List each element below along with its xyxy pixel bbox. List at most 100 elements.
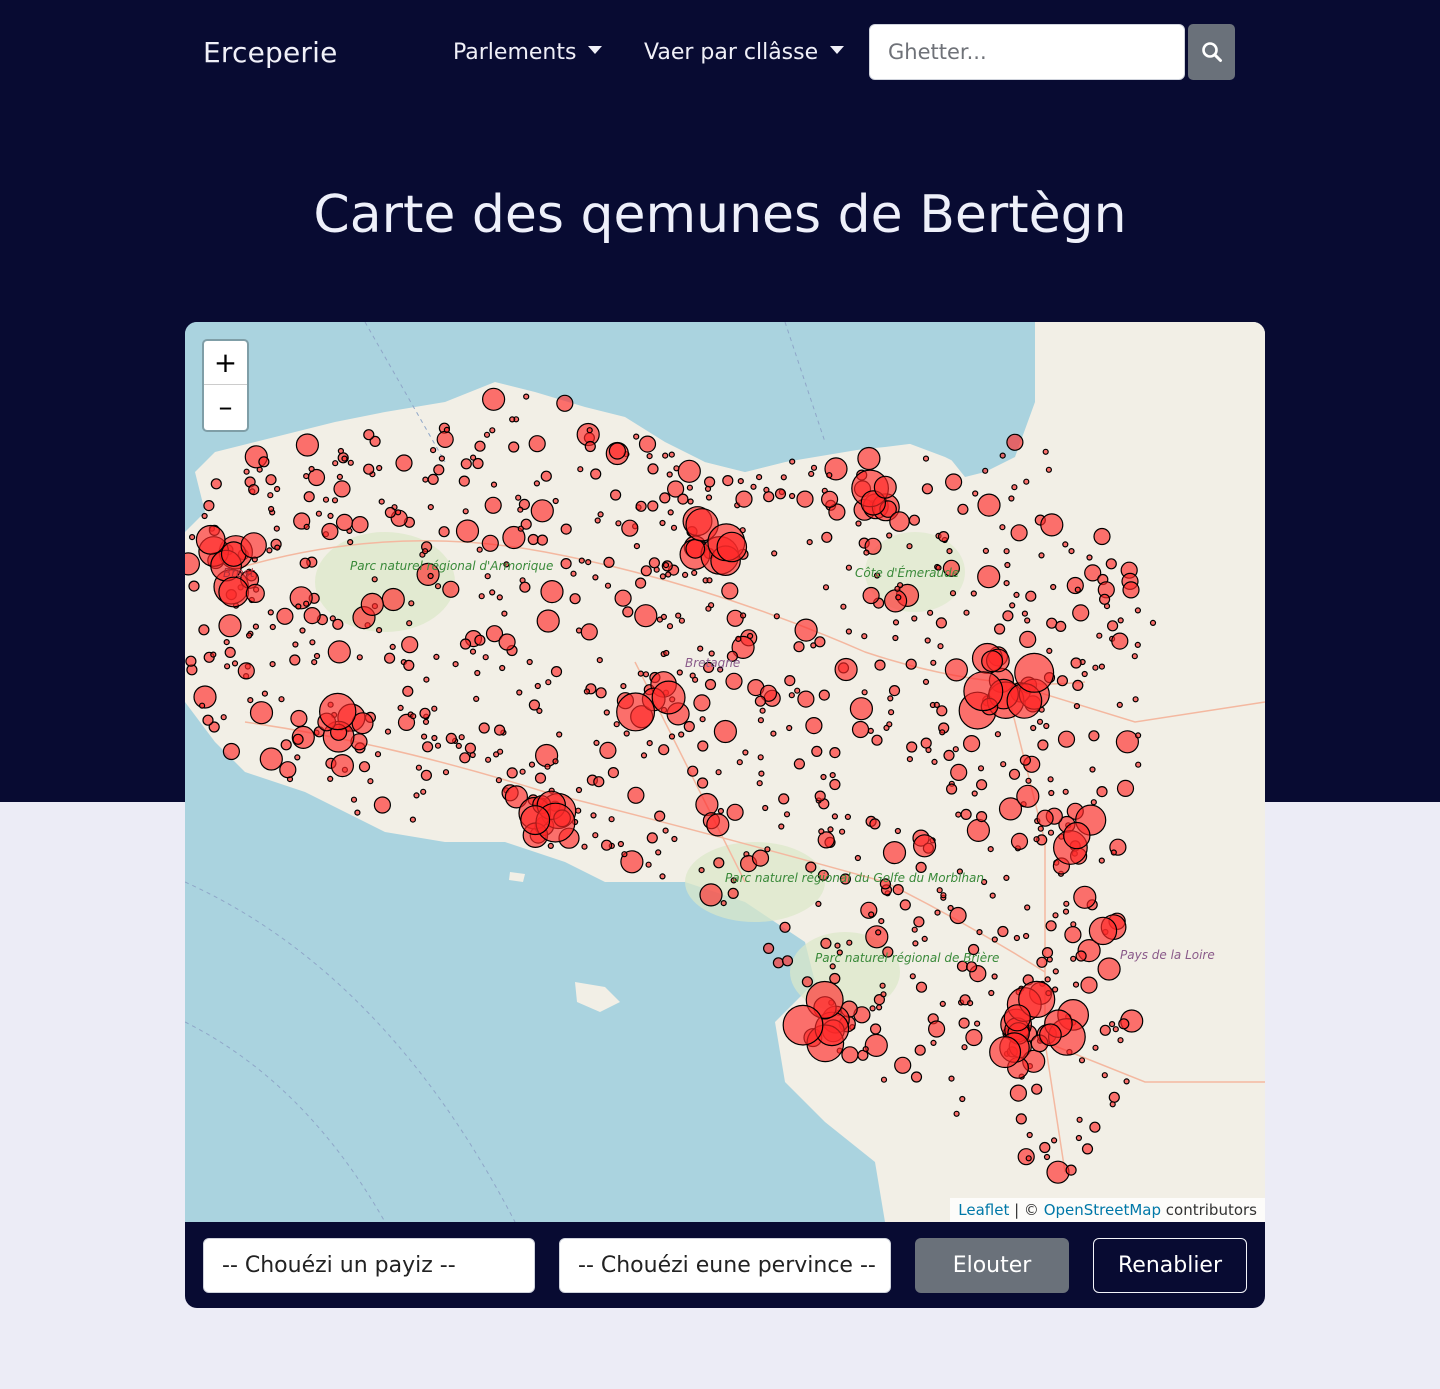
map[interactable]: Brest Parc naturel régional d'Armorique … (185, 322, 1265, 1222)
commune-marker[interactable] (757, 717, 765, 724)
commune-marker[interactable] (952, 746, 959, 753)
commune-marker[interactable] (999, 524, 1006, 531)
commune-marker[interactable] (519, 768, 526, 775)
commune-marker[interactable] (663, 649, 670, 657)
commune-marker[interactable] (274, 544, 281, 551)
commune-marker[interactable] (485, 756, 492, 763)
commune-marker[interactable] (431, 705, 438, 712)
search-input[interactable] (869, 24, 1185, 80)
commune-marker[interactable] (1039, 1141, 1051, 1154)
commune-marker[interactable] (1123, 1078, 1130, 1085)
commune-marker[interactable] (794, 687, 801, 694)
commune-marker[interactable] (1096, 632, 1103, 639)
commune-marker[interactable] (335, 513, 354, 531)
commune-marker[interactable] (667, 509, 674, 516)
commune-marker[interactable] (433, 653, 440, 660)
commune-marker[interactable] (633, 433, 640, 440)
commune-marker[interactable] (963, 609, 970, 616)
commune-marker[interactable] (646, 832, 658, 844)
commune-marker[interactable] (668, 733, 676, 740)
commune-marker[interactable] (1108, 1020, 1116, 1028)
commune-marker[interactable] (527, 533, 539, 546)
commune-marker[interactable] (966, 818, 991, 842)
commune-marker[interactable] (395, 454, 413, 472)
commune-marker[interactable] (880, 991, 887, 998)
commune-marker[interactable] (1015, 1113, 1027, 1125)
commune-marker[interactable] (715, 769, 722, 776)
commune-marker[interactable] (378, 498, 385, 505)
commune-marker[interactable] (570, 570, 577, 577)
commune-marker[interactable] (1065, 1164, 1077, 1176)
commune-marker[interactable] (327, 640, 351, 664)
commune-marker[interactable] (821, 531, 833, 543)
commune-marker[interactable] (957, 503, 969, 515)
commune-marker[interactable] (861, 689, 868, 696)
commune-marker[interactable] (675, 612, 682, 619)
commune-marker[interactable] (427, 572, 434, 580)
commune-marker[interactable] (294, 754, 301, 761)
commune-marker[interactable] (861, 633, 868, 640)
commune-marker[interactable] (245, 583, 265, 603)
commune-marker[interactable] (427, 504, 434, 511)
commune-marker[interactable] (1003, 548, 1010, 555)
commune-marker[interactable] (1112, 1026, 1119, 1033)
commune-marker[interactable] (742, 749, 749, 756)
commune-marker[interactable] (725, 672, 743, 690)
commune-marker[interactable] (223, 639, 230, 646)
commune-marker[interactable] (1039, 1023, 1062, 1047)
commune-marker[interactable] (640, 752, 648, 759)
commune-marker[interactable] (720, 899, 727, 907)
commune-marker[interactable] (697, 740, 709, 752)
commune-marker[interactable] (384, 728, 392, 735)
commune-marker[interactable] (1116, 779, 1135, 797)
commune-marker[interactable] (820, 490, 839, 508)
commune-marker[interactable] (875, 929, 882, 936)
commune-marker[interactable] (223, 663, 231, 670)
commune-marker[interactable] (613, 721, 620, 728)
commune-marker[interactable] (498, 633, 516, 651)
commune-marker[interactable] (810, 464, 818, 471)
commune-marker[interactable] (1073, 703, 1081, 710)
commune-marker[interactable] (550, 666, 563, 678)
commune-marker[interactable] (930, 1039, 937, 1047)
commune-marker[interactable] (993, 623, 1006, 635)
commune-marker[interactable] (269, 623, 276, 631)
commune-marker[interactable] (303, 491, 315, 503)
commune-marker[interactable] (676, 669, 683, 676)
commune-marker[interactable] (1003, 580, 1010, 587)
commune-marker[interactable] (1045, 920, 1057, 932)
commune-marker[interactable] (484, 573, 491, 580)
commune-marker[interactable] (470, 454, 477, 461)
commune-marker[interactable] (1109, 1101, 1116, 1108)
commune-marker[interactable] (647, 463, 659, 475)
commune-marker[interactable] (1009, 1084, 1028, 1102)
commune-marker[interactable] (818, 828, 825, 835)
commune-marker[interactable] (965, 1028, 983, 1047)
commune-marker[interactable] (774, 488, 787, 500)
commune-marker[interactable] (1055, 620, 1067, 632)
commune-marker[interactable] (668, 451, 675, 458)
commune-marker[interactable] (931, 758, 938, 765)
commune-marker[interactable] (977, 493, 1001, 517)
commune-marker[interactable] (292, 733, 304, 745)
commune-marker[interactable] (311, 659, 318, 666)
commune-marker[interactable] (976, 928, 983, 936)
commune-marker[interactable] (789, 458, 796, 465)
commune-marker[interactable] (245, 632, 253, 639)
commune-marker[interactable] (1093, 527, 1111, 546)
commune-marker[interactable] (869, 1023, 882, 1035)
commune-marker[interactable] (1047, 829, 1055, 836)
commune-marker[interactable] (937, 643, 944, 650)
commune-marker[interactable] (704, 678, 717, 691)
commune-marker[interactable] (1080, 976, 1098, 994)
commune-marker[interactable] (436, 430, 454, 449)
commune-marker[interactable] (654, 810, 666, 822)
commune-marker[interactable] (289, 654, 301, 666)
commune-marker[interactable] (593, 739, 600, 746)
commune-marker[interactable] (351, 516, 369, 534)
commune-marker[interactable] (972, 490, 979, 497)
commune-marker[interactable] (939, 729, 946, 736)
commune-marker[interactable] (427, 473, 439, 485)
commune-marker[interactable] (911, 926, 918, 933)
commune-marker[interactable] (958, 1017, 970, 1029)
